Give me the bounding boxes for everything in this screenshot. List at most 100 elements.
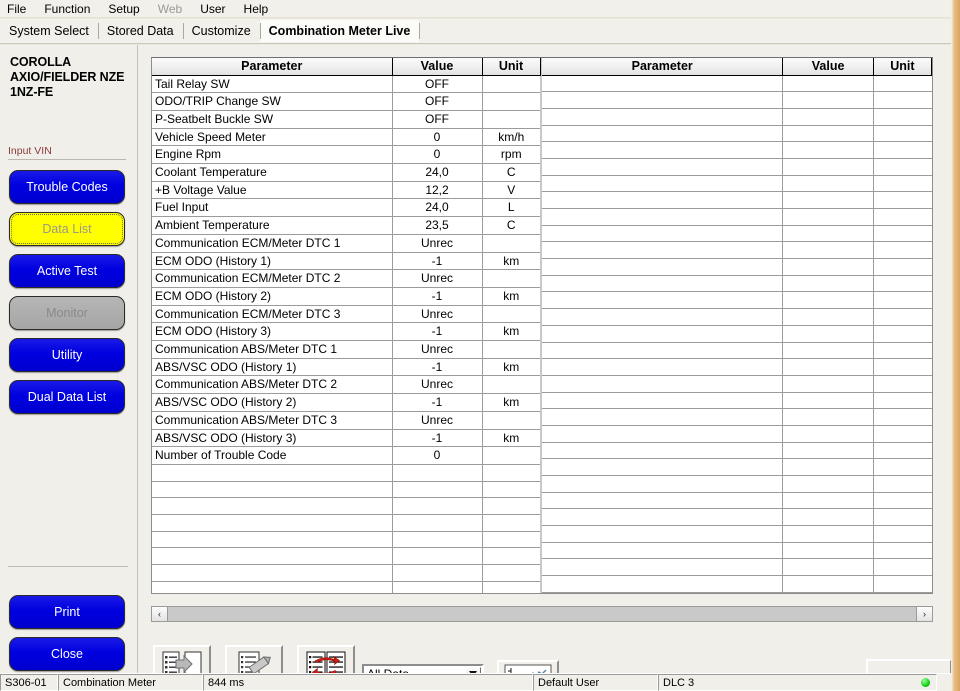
- table-row[interactable]: [542, 375, 932, 393]
- table-row[interactable]: ECM ODO (History 2) -1 km: [152, 287, 540, 306]
- table-row[interactable]: [152, 581, 540, 593]
- table-row[interactable]: [542, 125, 932, 143]
- data-list-button[interactable]: Data List: [9, 212, 125, 246]
- cell-parameter: Communication ECM/Meter DTC 3: [152, 305, 393, 324]
- column-header-unit[interactable]: Unit: [482, 58, 541, 76]
- close-button[interactable]: Close: [9, 637, 125, 671]
- table-row[interactable]: [152, 464, 540, 482]
- data-grid: Parameter Value Unit Tail Relay SW OFF ODO…: [151, 57, 933, 594]
- active-test-button[interactable]: Active Test: [9, 254, 125, 288]
- scroll-right-arrow-icon[interactable]: ›: [916, 607, 932, 621]
- table-row[interactable]: [542, 75, 932, 93]
- table-row[interactable]: [542, 542, 932, 560]
- print-button[interactable]: Print: [9, 595, 125, 629]
- tab-system-select[interactable]: System Select: [0, 20, 98, 42]
- column-header-value[interactable]: Value: [392, 58, 483, 76]
- table-row[interactable]: [542, 392, 932, 410]
- table-row[interactable]: Ambient Temperature 23,5 C: [152, 216, 540, 235]
- menu-item-function[interactable]: Function: [44, 0, 99, 18]
- trouble-codes-button[interactable]: Trouble Codes: [9, 170, 125, 204]
- table-row[interactable]: [152, 531, 540, 549]
- table-row[interactable]: Communication ABS/Meter DTC 1 Unrec: [152, 340, 540, 359]
- table-row[interactable]: [542, 141, 932, 159]
- table-row[interactable]: [152, 481, 540, 499]
- column-header-unit[interactable]: Unit: [873, 58, 932, 76]
- table-row[interactable]: [542, 458, 932, 476]
- table-row[interactable]: [542, 291, 932, 310]
- table-row[interactable]: [542, 241, 932, 260]
- input-vin-field[interactable]: Input VIN: [8, 145, 128, 160]
- table-row[interactable]: [152, 514, 540, 532]
- table-row[interactable]: [542, 475, 932, 493]
- table-row[interactable]: [542, 358, 932, 376]
- table-row[interactable]: [542, 408, 932, 426]
- table-row[interactable]: [542, 425, 932, 443]
- table-row[interactable]: [542, 158, 932, 176]
- table-row[interactable]: Coolant Temperature 24,0 C: [152, 163, 540, 182]
- menu-bar: File Function Setup Web User Help: [0, 0, 951, 18]
- table-row[interactable]: [542, 508, 932, 527]
- table-row[interactable]: [152, 497, 540, 516]
- table-row[interactable]: [152, 564, 540, 582]
- menu-item-setup[interactable]: Setup: [108, 0, 148, 18]
- table-row[interactable]: Communication ABS/Meter DTC 2 Unrec: [152, 375, 540, 395]
- table-row[interactable]: [542, 275, 932, 293]
- table-row[interactable]: ABS/VSC ODO (History 2) -1 km: [152, 393, 540, 412]
- table-row[interactable]: [542, 91, 932, 109]
- cell-parameter: [542, 508, 784, 527]
- table-row[interactable]: Fuel Input 24,0 L: [152, 198, 540, 218]
- menu-item-user[interactable]: User: [200, 0, 234, 18]
- utility-button[interactable]: Utility: [9, 338, 125, 372]
- table-row[interactable]: ABS/VSC ODO (History 3) -1 km: [152, 429, 540, 448]
- table-row[interactable]: [542, 558, 932, 577]
- table-row[interactable]: Vehicle Speed Meter 0 km/h: [152, 128, 540, 147]
- table-row[interactable]: Engine Rpm 0 rpm: [152, 145, 540, 165]
- table-row[interactable]: P-Seatbelt Buckle SW OFF: [152, 110, 540, 129]
- table-row[interactable]: ECM ODO (History 3) -1 km: [152, 322, 540, 342]
- tab-combination-meter-live[interactable]: Combination Meter Live: [259, 20, 420, 42]
- scroll-left-arrow-icon[interactable]: ‹: [152, 607, 168, 621]
- scrollbar-track[interactable]: [168, 607, 916, 621]
- data-table-right: Parameter Value Unit: [542, 58, 932, 593]
- menu-item-file[interactable]: File: [7, 0, 35, 18]
- table-row[interactable]: +B Voltage Value 12,2 V: [152, 181, 540, 200]
- table-row[interactable]: Tail Relay SW OFF: [152, 75, 540, 94]
- table-row[interactable]: Communication ECM/Meter DTC 3 Unrec: [152, 305, 540, 324]
- table-row[interactable]: ECM ODO (History 1) -1 km: [152, 252, 540, 271]
- dual-data-list-button[interactable]: Dual Data List: [9, 380, 125, 414]
- cell-parameter: [542, 208, 784, 226]
- table-row[interactable]: [542, 175, 932, 193]
- table-row[interactable]: [542, 442, 932, 460]
- table-row[interactable]: [542, 308, 932, 326]
- table-row[interactable]: [542, 108, 932, 126]
- table-row[interactable]: [542, 225, 932, 243]
- table-row[interactable]: Number of Trouble Code 0: [152, 446, 540, 465]
- cell-parameter: [542, 175, 784, 193]
- table-row[interactable]: [542, 575, 932, 593]
- table-row[interactable]: ABS/VSC ODO (History 1) -1 km: [152, 358, 540, 377]
- cell-parameter: Communication ABS/Meter DTC 2: [152, 375, 393, 395]
- table-row[interactable]: ODO/TRIP Change SW OFF: [152, 92, 540, 111]
- column-header-parameter[interactable]: Parameter: [542, 58, 784, 76]
- tab-stored-data[interactable]: Stored Data: [97, 20, 183, 42]
- menu-item-help[interactable]: Help: [244, 0, 278, 18]
- table-row[interactable]: [542, 191, 932, 209]
- cell-parameter: P-Seatbelt Buckle SW: [152, 110, 393, 129]
- table-row[interactable]: [542, 325, 932, 343]
- table-row[interactable]: Communication ABS/Meter DTC 3 Unrec: [152, 411, 540, 430]
- tab-customize[interactable]: Customize: [182, 20, 260, 42]
- column-header-parameter[interactable]: Parameter: [152, 58, 393, 76]
- table-row[interactable]: [542, 208, 932, 226]
- table-row[interactable]: [542, 342, 932, 360]
- connection-status-indicator: [921, 678, 930, 687]
- cell-unit: [873, 275, 932, 293]
- horizontal-scrollbar[interactable]: ‹ ›: [151, 606, 933, 622]
- table-row[interactable]: [152, 547, 540, 566]
- column-header-value[interactable]: Value: [782, 58, 874, 76]
- table-row[interactable]: [542, 258, 932, 276]
- table-row[interactable]: [542, 525, 932, 543]
- table-row[interactable]: Communication ECM/Meter DTC 1 Unrec: [152, 234, 540, 253]
- table-row[interactable]: [542, 492, 932, 510]
- cell-unit: V: [482, 181, 540, 200]
- table-row[interactable]: Communication ECM/Meter DTC 2 Unrec: [152, 269, 540, 288]
